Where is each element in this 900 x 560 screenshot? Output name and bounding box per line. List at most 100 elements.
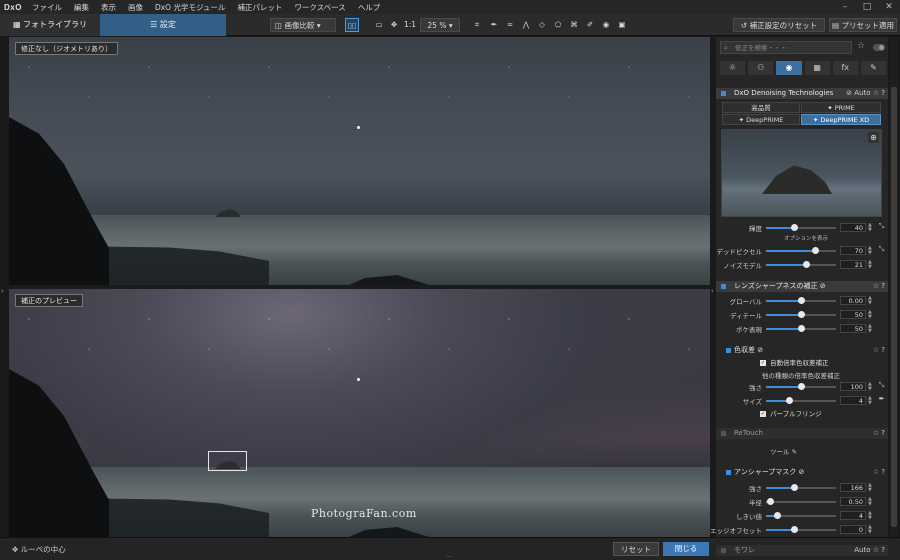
- fx-icon[interactable]: fx: [832, 61, 858, 75]
- mode-deepprime-button[interactable]: ✦ DeepPRIME: [722, 114, 800, 125]
- crop-icon[interactable]: ⌗: [470, 18, 484, 32]
- menu-edit[interactable]: 編集: [74, 2, 89, 13]
- unsharp-edge-slider[interactable]: エッジオフセット 0 ▲ ▼: [710, 525, 888, 536]
- spin-icon[interactable]: ▲ ▼: [868, 497, 872, 507]
- spin-icon[interactable]: ▲ ▼: [868, 396, 872, 406]
- close-button[interactable]: 閉じる: [663, 542, 709, 556]
- picker-icon[interactable]: ⤡: [877, 222, 886, 232]
- perspective-icon[interactable]: ⋀: [519, 18, 533, 32]
- auto-chromatic-checkbox[interactable]: ✓ 自動倍率色収差補正: [760, 358, 829, 368]
- picker-icon[interactable]: ⤡: [877, 381, 886, 391]
- menu-view[interactable]: 表示: [101, 2, 116, 13]
- eye-off-icon[interactable]: ⊘: [799, 468, 805, 476]
- pen-icon[interactable]: ✎: [792, 448, 797, 456]
- unsharp-strength-slider[interactable]: 強さ 166 ▲ ▼: [716, 483, 888, 494]
- deadpixel-slider[interactable]: デッドピクセル 70 ▲ ▼ ⤡: [716, 245, 888, 256]
- menu-optics[interactable]: DxO 光学モジュール: [155, 2, 225, 13]
- star-icon[interactable]: ☆: [873, 89, 879, 97]
- eye-off-icon[interactable]: ⊘: [757, 346, 763, 354]
- retouch-enable-checkbox[interactable]: [721, 431, 726, 436]
- preview-pane[interactable]: 補正のプレビュー PhotograFan.com: [9, 289, 710, 537]
- mode-deepprime-xd-button[interactable]: ✦ DeepPRIME XD: [801, 114, 881, 125]
- chromatic-enable-checkbox[interactable]: [726, 348, 731, 353]
- spin-icon[interactable]: ▲ ▼: [868, 511, 872, 521]
- chromatic-size-slider[interactable]: サイズ 4 ▲ ▼ ✒: [716, 395, 888, 406]
- detail-slider[interactable]: ディテール 50 ▲ ▼: [716, 310, 888, 321]
- global-slider[interactable]: グローバル 0.00 ▲ ▼: [716, 296, 888, 307]
- menu-workspace[interactable]: ワークスペース: [294, 2, 345, 13]
- unsharp-edge-value[interactable]: 0: [840, 525, 866, 534]
- star-icon[interactable]: ☆: [873, 346, 879, 354]
- tab-customize[interactable]: ☰ 設定: [100, 14, 226, 36]
- noise-model-value[interactable]: 21: [840, 260, 866, 269]
- unsharp-threshold-value[interactable]: 4: [840, 511, 866, 520]
- zoom-select[interactable]: 25 % ▾: [420, 18, 460, 32]
- mode-hq-button[interactable]: 高品質: [722, 102, 800, 113]
- zoom-1to1-button[interactable]: 1:1: [404, 18, 416, 32]
- purple-fringe-checkbox[interactable]: ✓ パープルフリンジ: [760, 409, 822, 419]
- bokeh-value[interactable]: 50: [840, 324, 866, 333]
- spin-icon[interactable]: ▲ ▼: [868, 246, 872, 256]
- menu-file[interactable]: ファイル: [32, 2, 62, 13]
- unsharp-enable-checkbox[interactable]: [726, 470, 731, 475]
- sun-icon[interactable]: ☼: [720, 61, 746, 75]
- denoise-section-header[interactable]: DxO Denoising Technologies ⊘ Auto ☆ ?: [716, 88, 888, 99]
- chromatic-strength-value[interactable]: 100: [840, 382, 866, 391]
- retouch-header[interactable]: ReTouch ☆ ?: [716, 428, 888, 439]
- apply-preset-button[interactable]: ▤ プリセット適用: [829, 18, 897, 32]
- noise-model-slider[interactable]: ノイズモデル 21 ▲ ▼: [716, 260, 888, 271]
- search-input[interactable]: ⌕ 修正を検索・・・: [720, 41, 852, 54]
- lens-sharpness-header[interactable]: レンズシャープネスの補正 ⊘ ☆ ?: [716, 281, 888, 292]
- mode-prime-button[interactable]: ✦ PRIME: [801, 102, 881, 113]
- spin-icon[interactable]: ▲ ▼: [868, 310, 872, 320]
- bokeh-slider[interactable]: ボケ表現 50 ▲ ▼: [716, 324, 888, 335]
- denoise-enable-checkbox[interactable]: [721, 91, 726, 96]
- menu-palettes[interactable]: 補正パレット: [237, 2, 282, 13]
- unsharp-mask-header[interactable]: アンシャープマスク ⊘ ☆ ?: [716, 467, 888, 478]
- close-window-icon[interactable]: ✕: [878, 0, 900, 14]
- spin-icon[interactable]: ▲ ▼: [868, 525, 872, 535]
- star-icon[interactable]: ☆: [857, 41, 865, 51]
- perspective-8pt-icon[interactable]: ⬠: [551, 18, 565, 32]
- unsharp-radius-value[interactable]: 0.50: [840, 497, 866, 506]
- left-panel-toggle-icon[interactable]: ›: [1, 287, 4, 295]
- maximize-icon[interactable]: □: [856, 0, 878, 14]
- eye-icon[interactable]: ◉: [599, 18, 613, 32]
- star-icon[interactable]: ☆: [873, 546, 879, 554]
- geometry-icon[interactable]: ▦: [804, 61, 830, 75]
- star-icon[interactable]: ☆: [873, 429, 879, 437]
- fit-icon[interactable]: ▭: [372, 18, 386, 32]
- star-icon[interactable]: ☆: [873, 468, 879, 476]
- unsharp-threshold-slider[interactable]: しきい値 4 ▲ ▼: [716, 511, 888, 522]
- horizon-icon[interactable]: ≂: [503, 18, 517, 32]
- local-icon[interactable]: ✎: [860, 61, 887, 75]
- moire-enable-checkbox[interactable]: [721, 548, 726, 553]
- loupe-frame[interactable]: [208, 451, 247, 471]
- move-icon[interactable]: ✥: [387, 18, 401, 32]
- option-note[interactable]: オプションを表示: [784, 234, 828, 242]
- panel-scrollbar[interactable]: [890, 37, 898, 537]
- chromatic-aberration-header[interactable]: 色収差 ⊘ ☆ ?: [716, 345, 888, 356]
- chromatic-strength-slider[interactable]: 強さ 100 ▲ ▼ ⤡: [716, 381, 888, 392]
- menu-image[interactable]: 画像: [128, 2, 143, 13]
- perspective-rect-icon[interactable]: ◇: [535, 18, 549, 32]
- split-view-button[interactable]: ▯▯: [345, 18, 359, 32]
- menu-help[interactable]: ヘルプ: [358, 2, 381, 13]
- right-panel-toggle-icon[interactable]: ‹: [711, 287, 714, 295]
- deadpixel-value[interactable]: 70: [840, 246, 866, 255]
- eye-off-icon[interactable]: ⊘: [820, 282, 826, 290]
- eyedropper-icon[interactable]: ✒: [877, 395, 886, 405]
- image-viewer[interactable]: 修正なし（ジオメトリあり） 補正のプレビュー PhotograFan.com: [9, 37, 710, 537]
- spin-icon[interactable]: ▲ ▼: [868, 296, 872, 306]
- picker-icon[interactable]: ⤡: [877, 245, 886, 255]
- unsharp-radius-slider[interactable]: 半径 0.50 ▲ ▼: [716, 497, 888, 508]
- spin-icon[interactable]: ▲ ▼: [868, 223, 872, 233]
- more-icon[interactable]: ···: [446, 554, 452, 560]
- clipping-icon[interactable]: ▣: [615, 18, 629, 32]
- detail-value[interactable]: 50: [840, 310, 866, 319]
- spin-icon[interactable]: ▲ ▼: [868, 324, 872, 334]
- star-icon[interactable]: ☆: [873, 282, 879, 290]
- original-pane[interactable]: 修正なし（ジオメトリあり）: [9, 37, 710, 285]
- eyedropper-icon[interactable]: ✒: [487, 18, 501, 32]
- reset-button[interactable]: リセット: [613, 542, 659, 556]
